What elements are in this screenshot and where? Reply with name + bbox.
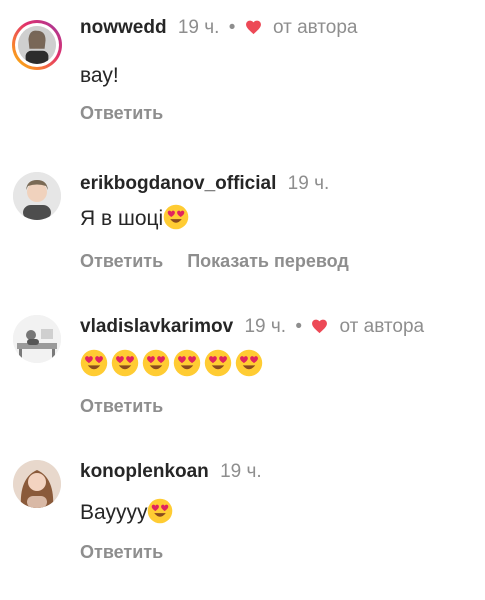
comment-meta: nowwedd 19 ч. • от автора bbox=[80, 16, 358, 40]
comment-actions: Ответить Показать перевод bbox=[80, 250, 349, 272]
comment-actions: Ответить bbox=[80, 395, 163, 417]
comment-meta: vladislavkarimov 19 ч. • от автора bbox=[80, 315, 424, 339]
reply-button[interactable]: Ответить bbox=[80, 251, 163, 271]
username[interactable]: nowwedd bbox=[80, 17, 167, 38]
heart-eyes-emoji bbox=[142, 349, 170, 377]
heart-eyes-emoji bbox=[204, 349, 232, 377]
username[interactable]: vladislavkarimov bbox=[80, 316, 233, 337]
timestamp: 19 ч. bbox=[177, 17, 220, 38]
comment-text bbox=[80, 349, 266, 379]
liked-by-author-label: от автора bbox=[272, 17, 358, 38]
heart-icon bbox=[312, 319, 328, 334]
comment-actions: Ответить bbox=[80, 102, 163, 124]
comment-meta: erikbogdanov_official 19 ч. bbox=[80, 172, 329, 196]
reply-button[interactable]: Ответить bbox=[80, 542, 163, 562]
heart-icon bbox=[245, 20, 261, 35]
comment-text: Я в шоці bbox=[80, 204, 189, 232]
profile-photo-icon bbox=[18, 26, 56, 64]
timestamp: 19 ч. bbox=[220, 461, 262, 482]
liked-by-author-label: от автора bbox=[339, 316, 425, 337]
separator: • bbox=[228, 17, 236, 38]
heart-eyes-emoji bbox=[235, 349, 263, 377]
heart-eyes-emoji bbox=[163, 204, 189, 230]
show-translation-button[interactable]: Показать перевод bbox=[187, 251, 349, 271]
comment-body: вау! bbox=[80, 64, 119, 87]
heart-eyes-emoji bbox=[173, 349, 201, 377]
username[interactable]: konoplenkoan bbox=[80, 461, 209, 482]
avatar[interactable] bbox=[12, 20, 62, 70]
profile-photo-icon bbox=[13, 172, 61, 220]
username[interactable]: erikbogdanov_official bbox=[80, 173, 276, 194]
comment-body: Вауууу bbox=[80, 501, 148, 524]
comment-meta: konoplenkoan 19 ч. bbox=[80, 460, 262, 484]
comment-text: Вауууу bbox=[80, 498, 173, 526]
heart-eyes-emoji bbox=[80, 349, 108, 377]
profile-photo-icon bbox=[13, 315, 61, 363]
timestamp: 19 ч. bbox=[244, 316, 287, 337]
heart-eyes-emoji bbox=[148, 498, 173, 524]
avatar[interactable] bbox=[13, 315, 61, 363]
comment-actions: Ответить bbox=[80, 541, 163, 563]
avatar[interactable] bbox=[13, 460, 61, 508]
reply-button[interactable]: Ответить bbox=[80, 103, 163, 123]
heart-eyes-emoji bbox=[111, 349, 139, 377]
separator: • bbox=[295, 316, 302, 337]
profile-photo-icon bbox=[13, 460, 61, 508]
comment-body: Я в шоці bbox=[80, 207, 164, 230]
comment-text: вау! bbox=[80, 63, 119, 89]
reply-button[interactable]: Ответить bbox=[80, 396, 163, 416]
avatar[interactable] bbox=[13, 172, 61, 220]
timestamp: 19 ч. bbox=[287, 173, 330, 194]
